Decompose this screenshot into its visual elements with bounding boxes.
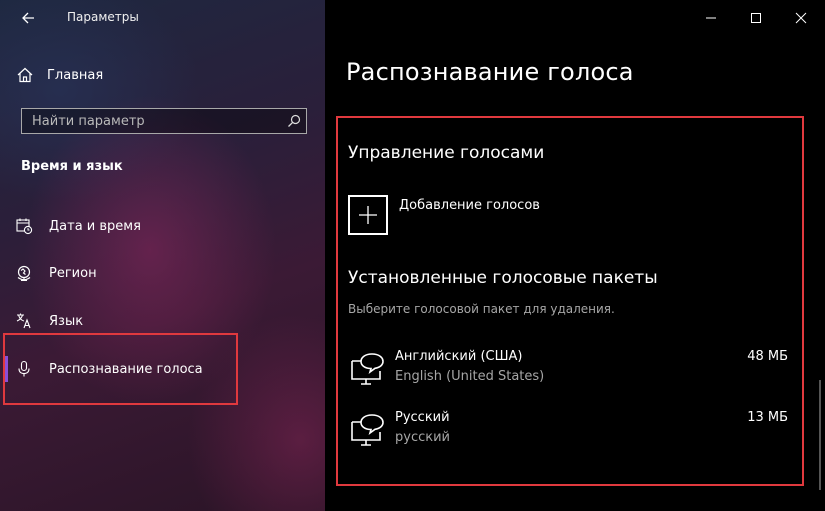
section-title: Время и язык [21,159,123,174]
speech-pc-icon [351,414,384,446]
voice-pack-name: Русский [395,410,450,425]
main-panel: Распознавание голоса Управление голосами… [325,0,825,511]
minimize-button[interactable] [701,8,721,28]
sidebar: Параметры Главная Время и язык Дата и вр… [0,0,325,511]
search-input[interactable] [22,109,272,133]
calendar-clock-icon [14,216,34,236]
installed-packs-heading: Установленные голосовые пакеты [348,268,658,288]
page-title: Распознавание голоса [346,58,634,86]
add-voices-button[interactable] [348,195,388,235]
close-button[interactable] [791,8,811,28]
maximize-icon [751,13,761,23]
maximize-button[interactable] [746,8,766,28]
language-icon [14,311,34,331]
plus-icon [359,206,377,224]
speech-pc-icon [351,353,384,385]
voice-pack-size: 48 МБ [747,349,788,364]
highlight-box [3,333,238,405]
voice-pack-subtitle: русский [395,430,450,445]
search-box[interactable] [21,108,307,134]
globe-icon [14,263,34,283]
add-voices-label[interactable]: Добавление голосов [399,198,540,213]
voice-pack-item[interactable]: Английский (США) English (United States)… [347,349,792,397]
back-arrow-icon [22,12,34,24]
sidebar-item-label: Дата и время [49,218,141,234]
voice-pack-subtitle: English (United States) [395,369,545,384]
sidebar-item-home[interactable]: Главная [16,63,306,87]
sidebar-item-label: Язык [49,313,84,329]
back-button[interactable] [18,7,40,29]
voice-pack-item[interactable]: Русский русский 13 МБ [347,410,792,458]
voice-pack-size: 13 МБ [747,410,788,425]
scrollbar[interactable] [819,380,821,490]
manage-voices-heading: Управление голосами [348,143,545,163]
sidebar-item-date-time[interactable]: Дата и время [14,211,314,241]
installed-packs-hint: Выберите голосовой пакет для удаления. [348,302,615,316]
sidebar-item-language[interactable]: Язык [14,306,314,336]
sidebar-item-label: Регион [49,265,97,281]
search-icon[interactable] [287,114,301,128]
sidebar-item-label: Главная [47,67,104,83]
close-icon [795,12,807,24]
home-icon [17,67,33,83]
app-title: Параметры [67,10,139,24]
voice-pack-name: Английский (США) [395,349,523,364]
minimize-icon [706,17,716,19]
sidebar-item-region[interactable]: Регион [14,258,314,288]
